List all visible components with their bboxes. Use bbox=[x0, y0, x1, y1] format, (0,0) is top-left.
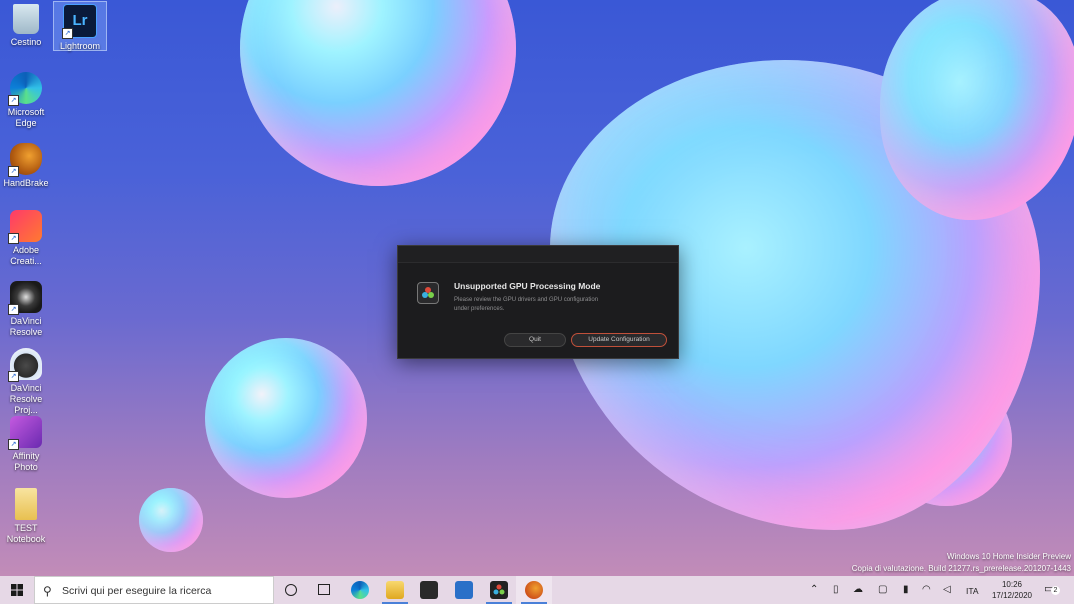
search-placeholder: Scrivi qui per eseguire la ricerca bbox=[62, 585, 212, 597]
windows-logo-icon bbox=[11, 584, 23, 596]
desktop-icon-label: HandBrake bbox=[3, 178, 49, 188]
chevron-up-icon[interactable]: ⌃ bbox=[810, 584, 818, 595]
shortcut-arrow-icon: ↗ bbox=[8, 166, 19, 177]
clock-date: 17/12/2020 bbox=[991, 591, 1033, 600]
onedrive-icon[interactable]: ☁ bbox=[853, 584, 863, 595]
notification-count: 2 bbox=[1051, 586, 1060, 595]
affinity-photo-icon: ↗ bbox=[8, 416, 42, 450]
desktop-icon-label: Microsoft Edge bbox=[7, 107, 45, 128]
network-icon[interactable]: ▢ bbox=[878, 584, 887, 595]
search-box[interactable]: ⚲ Scrivi qui per eseguire la ricerca bbox=[34, 576, 274, 604]
desktop-icon-label: Adobe Creati... bbox=[10, 245, 42, 266]
creative-cloud-icon: ↗ bbox=[8, 210, 42, 244]
desktop: Cestino Lr ↗ Lightroom ↗ Microsoft Edge … bbox=[0, 0, 1074, 576]
wallpaper-bubble bbox=[139, 488, 203, 552]
desktop-icon-label: Affinity Photo bbox=[12, 451, 40, 472]
dialog-message: Please review the GPU drivers and GPU co… bbox=[454, 297, 599, 312]
shortcut-arrow-icon: ↗ bbox=[8, 233, 19, 244]
language-indicator[interactable]: ITA bbox=[966, 586, 979, 596]
mail-icon[interactable] bbox=[455, 581, 473, 599]
edge-icon: ↗ bbox=[8, 72, 42, 106]
davinci-dots-icon bbox=[493, 584, 505, 595]
desktop-icon-adobe-creative-cloud[interactable]: ↗ Adobe Creati... bbox=[0, 210, 52, 267]
shortcut-arrow-icon: ↗ bbox=[8, 95, 19, 106]
desktop-icon-label: TEST Notebook bbox=[6, 523, 46, 544]
clock[interactable]: 10:26 17/12/2020 bbox=[990, 579, 1034, 601]
quit-button[interactable]: Quit bbox=[504, 333, 566, 347]
wallpaper-bubble bbox=[240, 0, 516, 186]
desktop-icon-test-notebook[interactable]: TEST Notebook bbox=[0, 488, 52, 545]
desktop-icon-label: Lightroom bbox=[59, 41, 101, 51]
start-button[interactable] bbox=[0, 576, 34, 604]
folder-icon bbox=[15, 488, 37, 520]
desktop-icon-label: DaVinci Resolve bbox=[9, 316, 43, 337]
watermark-line-2: Copia di valutazione. Build 21277.rs_pre… bbox=[851, 564, 1071, 573]
desktop-icon-label: Cestino bbox=[10, 37, 42, 47]
lightroom-glyph: Lr bbox=[72, 12, 88, 29]
wallpaper-blob bbox=[880, 0, 1074, 220]
cortana-icon[interactable] bbox=[285, 584, 297, 596]
shortcut-arrow-icon: ↗ bbox=[62, 28, 73, 39]
volume-icon[interactable]: ◁ bbox=[943, 584, 951, 595]
microphone-icon[interactable]: ▮ bbox=[903, 584, 909, 595]
handbrake-taskbar-icon[interactable] bbox=[525, 581, 543, 599]
recycle-bin-icon bbox=[13, 4, 39, 34]
wifi-icon[interactable]: ◠ bbox=[922, 584, 931, 595]
desktop-icon-davinci-resolve[interactable]: ↗ DaVinci Resolve bbox=[0, 281, 52, 338]
desktop-icon-label: DaVinci Resolve Proj... bbox=[9, 383, 43, 415]
dialog-title: Unsupported GPU Processing Mode bbox=[454, 281, 601, 291]
desktop-icon-lightroom[interactable]: Lr ↗ Lightroom bbox=[53, 1, 107, 51]
clock-time: 10:26 bbox=[1001, 580, 1023, 589]
desktop-icon-handbrake[interactable]: ↗ HandBrake bbox=[0, 143, 52, 189]
file-explorer-icon[interactable] bbox=[386, 581, 404, 599]
store-icon[interactable] bbox=[420, 581, 438, 599]
search-icon: ⚲ bbox=[43, 584, 52, 598]
davinci-taskbar-icon[interactable] bbox=[490, 581, 508, 599]
shortcut-arrow-icon: ↗ bbox=[8, 371, 19, 382]
update-configuration-button[interactable]: Update Configuration bbox=[571, 333, 667, 347]
handbrake-icon: ↗ bbox=[8, 143, 42, 177]
desktop-icon-recycle-bin[interactable]: Cestino bbox=[0, 4, 52, 48]
edge-taskbar-icon[interactable] bbox=[351, 581, 369, 599]
davinci-project-server-icon: ↗ bbox=[8, 348, 42, 382]
windows-build-watermark: Windows 10 Home Insider Preview Copia di… bbox=[852, 551, 1071, 575]
desktop-icon-edge[interactable]: ↗ Microsoft Edge bbox=[0, 72, 52, 129]
shortcut-arrow-icon: ↗ bbox=[8, 304, 19, 315]
wallpaper-bubble bbox=[205, 338, 367, 498]
device-icon[interactable]: ▯ bbox=[833, 584, 839, 595]
desktop-icon-davinci-resolve-project[interactable]: ↗ DaVinci Resolve Proj... bbox=[0, 348, 52, 416]
davinci-resolve-icon: ↗ bbox=[8, 281, 42, 315]
davinci-resolve-icon bbox=[417, 282, 439, 304]
dialog-title-bar[interactable] bbox=[398, 246, 678, 263]
task-view-icon[interactable] bbox=[318, 584, 330, 595]
shortcut-arrow-icon: ↗ bbox=[8, 439, 19, 450]
watermark-line-1: Windows 10 Home Insider Preview bbox=[946, 552, 1071, 561]
notification-center-icon[interactable]: ▭ 2 bbox=[1044, 582, 1060, 596]
taskbar: ⚲ Scrivi qui per eseguire la ricerca ⌃ ▯… bbox=[0, 576, 1074, 604]
desktop-icon-affinity-photo[interactable]: ↗ Affinity Photo bbox=[0, 416, 52, 473]
gpu-error-dialog: Unsupported GPU Processing Mode Please r… bbox=[397, 245, 679, 359]
lightroom-icon: Lr ↗ bbox=[62, 4, 97, 39]
